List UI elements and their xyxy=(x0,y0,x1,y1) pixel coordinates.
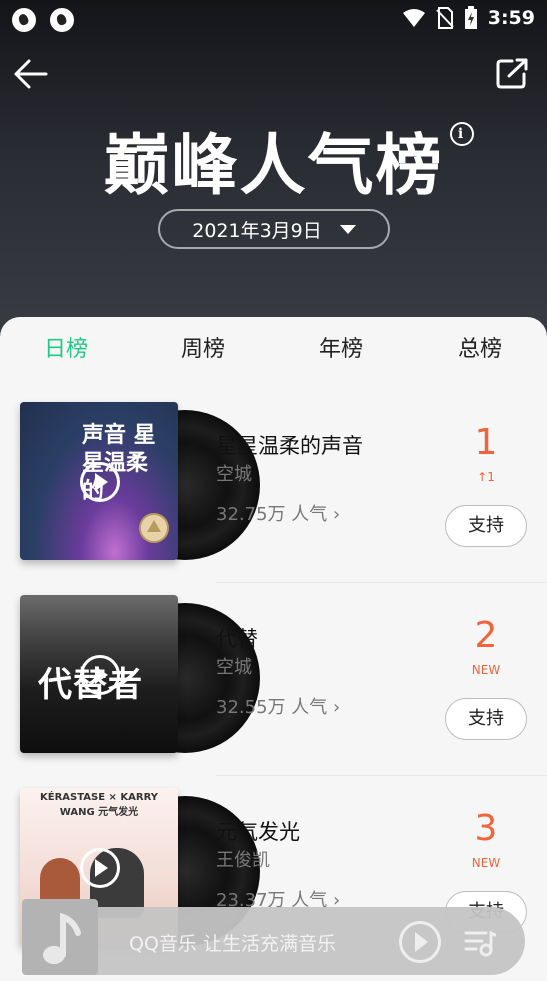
chevron-right-icon: › xyxy=(333,504,341,525)
play-icon[interactable] xyxy=(80,655,120,695)
player-text: QQ音乐 让生活充满音乐 xyxy=(129,933,336,955)
artist-name[interactable]: 空城 xyxy=(216,653,252,679)
support-button[interactable]: 支持 xyxy=(445,505,527,547)
song-title: 代替 xyxy=(216,627,258,651)
mini-player[interactable]: QQ音乐 让生活充满音乐 xyxy=(22,899,525,975)
battery-charging-icon xyxy=(464,6,477,29)
playlist-icon[interactable] xyxy=(464,927,496,957)
badge-icon xyxy=(139,513,169,543)
clock: 3:59 xyxy=(487,7,535,29)
music-note-icon xyxy=(43,912,81,964)
no-sim-icon xyxy=(436,7,454,29)
song-title: 元气发光 xyxy=(216,820,300,844)
album-cover[interactable]: 声音 星星温柔的 xyxy=(20,402,178,560)
tab-daily[interactable]: 日榜 xyxy=(44,331,88,363)
tab-yearly[interactable]: 年榜 xyxy=(319,331,363,363)
rank-change: NEW xyxy=(471,856,501,870)
chart-panel: 日榜 周榜 年榜 总榜 声音 星星温柔的 星星温柔的声音 空城 32.75万 人… xyxy=(0,317,547,981)
tab-all-time[interactable]: 总榜 xyxy=(458,331,502,363)
info-icon[interactable]: i xyxy=(449,122,474,146)
rank-number: 3 xyxy=(474,808,498,849)
tab-weekly[interactable]: 周榜 xyxy=(181,331,225,363)
rank-number: 1 xyxy=(474,422,498,463)
play-button[interactable] xyxy=(399,921,441,963)
list-item[interactable]: 声音 星星温柔的 星星温柔的声音 空城 32.75万 人气 › 1 ↑1 支持 xyxy=(0,390,547,583)
caret-down-icon xyxy=(339,224,356,234)
support-button[interactable]: 支持 xyxy=(445,698,527,740)
artist-name[interactable]: 王俊凯 xyxy=(216,846,270,872)
song-title: 星星温柔的声音 xyxy=(216,434,363,458)
rank-change: NEW xyxy=(471,663,501,677)
album-cover[interactable]: 代替者 xyxy=(20,595,178,753)
rank-change: ↑1 xyxy=(477,470,495,484)
popularity[interactable]: 32.55万 人气 › xyxy=(216,693,340,719)
cover-text: KÉRASTASE × KARRY WANG 元气发光 xyxy=(40,792,158,818)
page-title-text: 巅峰人气榜 xyxy=(103,127,444,204)
popularity-text: 32.75万 人气 xyxy=(216,504,328,525)
share-icon[interactable] xyxy=(495,58,529,90)
rank-number: 2 xyxy=(474,615,498,656)
player-thumbnail[interactable] xyxy=(22,899,98,975)
back-arrow-icon[interactable] xyxy=(12,56,50,92)
play-icon[interactable] xyxy=(80,462,120,502)
chevron-right-icon: › xyxy=(333,697,341,718)
play-icon[interactable] xyxy=(80,848,120,888)
date-selector[interactable]: 2021年3月9日 xyxy=(158,209,390,249)
wifi-icon xyxy=(402,9,425,27)
app-notification-icon xyxy=(50,8,74,32)
popularity[interactable]: 32.75万 人气 › xyxy=(216,500,340,526)
header: 3:59 巅峰人气榜 i 2021年3月9日 xyxy=(0,0,547,340)
page-title: 巅峰人气榜 i xyxy=(0,112,547,208)
popularity-text: 32.55万 人气 xyxy=(216,697,328,718)
status-bar: 3:59 xyxy=(0,0,547,42)
tab-bar: 日榜 周榜 年榜 总榜 xyxy=(0,317,547,377)
artist-name[interactable]: 空城 xyxy=(216,460,252,486)
date-text: 2021年3月9日 xyxy=(192,219,322,242)
list-item[interactable]: 代替者 代替 空城 32.55万 人气 › 2 NEW 支持 xyxy=(0,583,547,776)
app-notification-icon xyxy=(12,8,36,32)
